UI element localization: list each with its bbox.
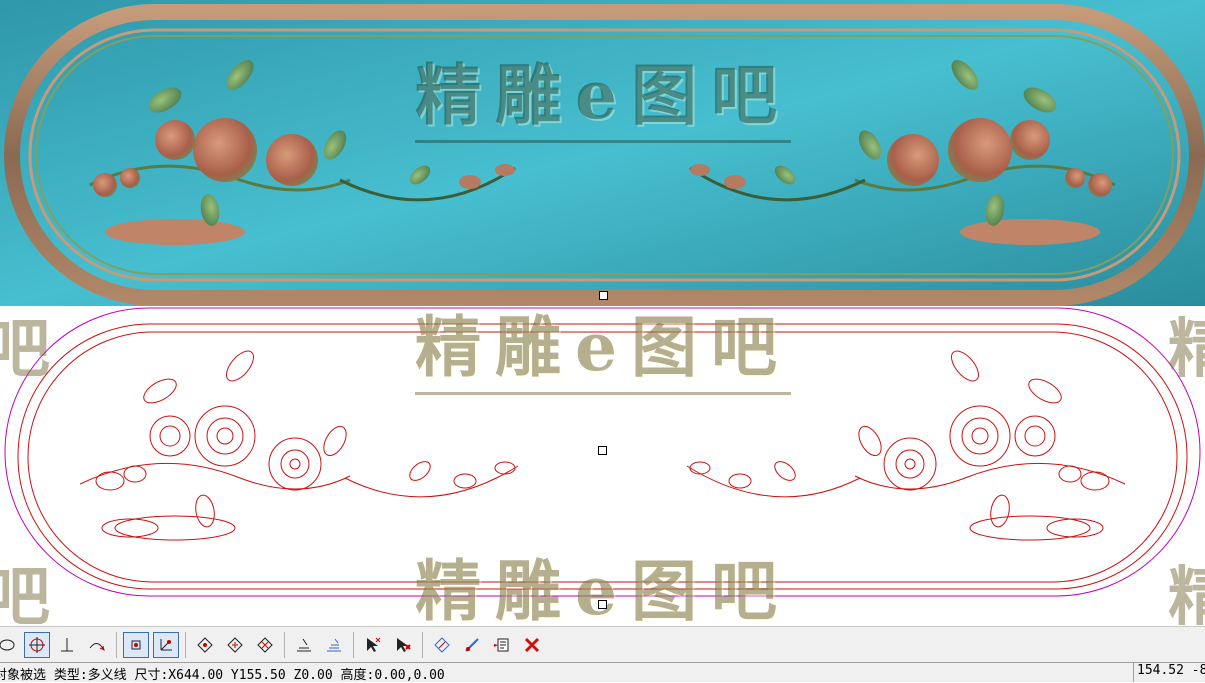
toolbar-separator <box>116 632 117 658</box>
align-icon[interactable] <box>291 632 317 658</box>
node-add-icon[interactable] <box>222 632 248 658</box>
toolbar-separator <box>422 632 423 658</box>
cursor-coordinates: 154.52 -8 <box>1133 663 1205 682</box>
toolbar-separator <box>284 632 285 658</box>
relief-render-view[interactable]: 精雕e图吧 <box>0 0 1205 306</box>
select-arrow-icon[interactable] <box>360 632 386 658</box>
properties-icon[interactable] <box>489 632 515 658</box>
arc-icon[interactable] <box>84 632 110 658</box>
status-text: 对象被选 类型:多义线 尺寸:X644.00 Y155.50 Z0.00 高度:… <box>0 668 445 683</box>
deselect-arrow-icon[interactable] <box>390 632 416 658</box>
node-icon[interactable] <box>192 632 218 658</box>
status-bar: 对象被选 类型:多义线 尺寸:X644.00 Y155.50 Z0.00 高度:… <box>0 662 1205 683</box>
selection-handle-bottom[interactable] <box>598 600 607 609</box>
transform-icon[interactable] <box>429 632 455 658</box>
snap-grid-icon[interactable] <box>123 632 149 658</box>
selection-handle-top[interactable] <box>599 291 608 300</box>
vector-canvas[interactable]: 精雕e图吧 精雕e图吧 吧 吧 精 精 <box>0 306 1205 626</box>
bottom-toolbar <box>0 626 1205 663</box>
dimension-icon[interactable] <box>54 632 80 658</box>
node-remove-icon[interactable] <box>252 632 278 658</box>
measure-icon[interactable] <box>459 632 485 658</box>
selection-center-handle[interactable] <box>598 446 607 455</box>
axis-icon[interactable] <box>153 632 179 658</box>
relief-panel-image <box>0 0 1205 306</box>
ellipse-icon[interactable] <box>0 632 20 658</box>
distribute-icon[interactable] <box>321 632 347 658</box>
circle-target-icon[interactable] <box>24 632 50 658</box>
toolbar-separator <box>353 632 354 658</box>
toolbar-separator <box>185 632 186 658</box>
delete-icon[interactable] <box>519 632 545 658</box>
vector-drawing <box>4 307 1201 597</box>
